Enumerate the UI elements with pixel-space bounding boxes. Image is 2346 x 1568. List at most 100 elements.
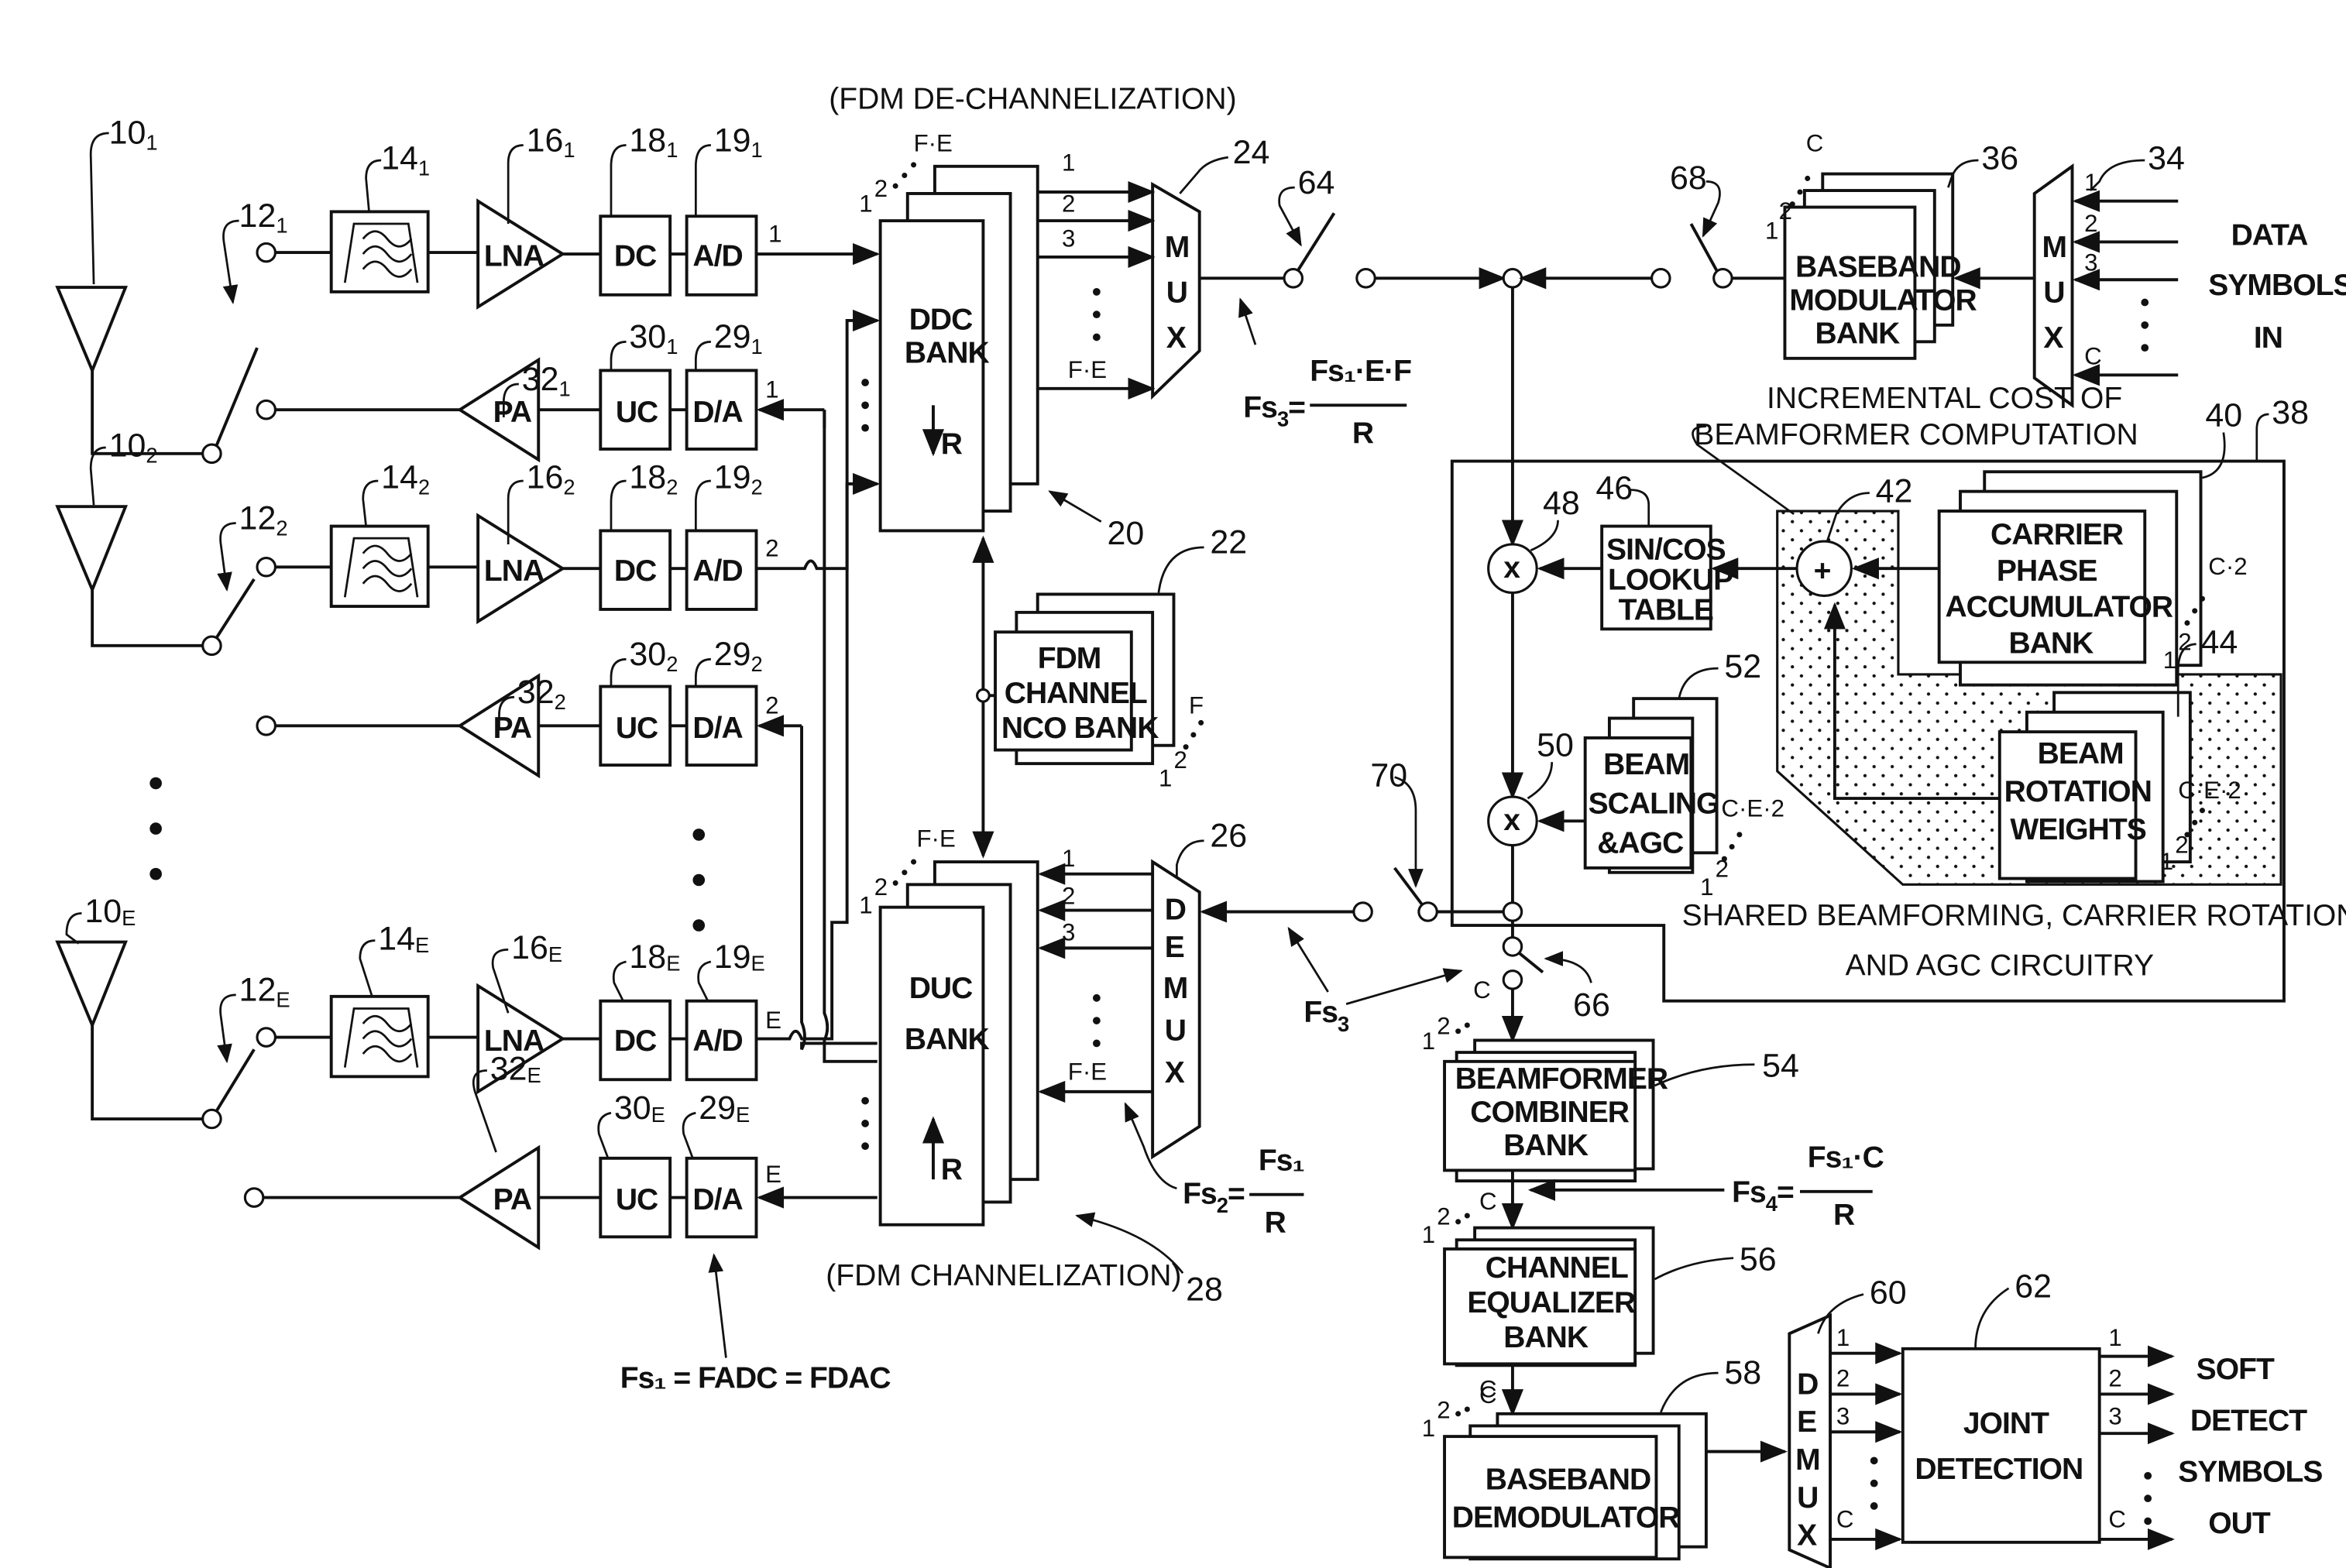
uc-label: UC: [616, 712, 658, 745]
diagram-label: EQUALIZER: [1467, 1286, 1636, 1319]
signal-wire: [1296, 212, 1336, 272]
diagram-label: TABLE: [1619, 594, 1713, 627]
diagram-label: D: [1797, 1367, 1818, 1401]
signal-wire: [91, 589, 206, 647]
signal-wire: [1345, 968, 1463, 1005]
lna-ref: 161: [527, 122, 575, 162]
diagram-label: C·2: [2208, 553, 2247, 580]
node-dot: [1092, 993, 1101, 1002]
uc-label: UC: [616, 1183, 658, 1216]
node-dot: [1455, 1219, 1462, 1225]
leader-line: [359, 939, 376, 997]
node-dot: [1092, 333, 1101, 341]
diagram-label: COMBINER: [1470, 1096, 1630, 1129]
switch-contact: [201, 1108, 222, 1130]
diagram-label-part: E: [651, 1103, 665, 1127]
bus-node: [1502, 268, 1523, 289]
tx-port: [243, 1187, 265, 1208]
diagram-label: DEMODULATOR: [1452, 1501, 1680, 1534]
dc-label: DC: [614, 554, 657, 588]
da-port-label: 1: [765, 376, 778, 403]
leader-line: [694, 658, 711, 687]
ellipsis-dot: [149, 867, 162, 880]
node-dot: [1464, 1213, 1470, 1219]
leader-line: [1544, 951, 1592, 983]
diagram-label: 1: [1422, 1415, 1435, 1442]
diagram-label: 56: [1740, 1240, 1777, 1278]
uc-ref: 302: [629, 636, 678, 676]
diagram-label: 58: [1724, 1354, 1761, 1391]
filter-ref: 141: [381, 140, 430, 180]
fdm-channel-nco-bank: FDM CHANNEL NCO BANK F 1 2 22: [994, 524, 1247, 791]
diagram-label: IN: [2254, 321, 2282, 355]
diagram-label: 44: [2201, 624, 2238, 661]
leader-line: [1157, 546, 1204, 593]
leader-line: [610, 479, 627, 531]
soft-detect-symbols-out-label: SOFT DETECT SYMBOLS OUT: [2178, 1353, 2323, 1540]
uc-label: UC: [616, 396, 658, 429]
switch-66-contact: [1502, 969, 1523, 990]
duc-rate-label: R: [941, 1153, 963, 1186]
diagram-label: 1: [1836, 1324, 1850, 1351]
diagram-label: CHANNEL: [1486, 1251, 1628, 1285]
diagram-label: 48: [1543, 485, 1580, 522]
diagram-label: 2: [1836, 1365, 1850, 1392]
diagram-label: SCALING: [1589, 787, 1719, 821]
block-outline: [1901, 1347, 2101, 1544]
diagram-label: INCREMENTAL COST OF: [1767, 382, 2122, 415]
fs3-formula: Fs3= Fs₁·E·F R: [1243, 355, 1412, 450]
node-dot: [1805, 175, 1811, 181]
mux-34: M U X 34 1 2 3 C: [2032, 140, 2185, 409]
node-dot: [892, 880, 898, 886]
diagram-label: R: [1833, 1199, 1855, 1232]
ddc-rate-label: R: [941, 427, 963, 461]
da-label: D/A: [692, 1183, 743, 1216]
diagram-label: F: [1189, 692, 1204, 719]
diagram-label: 3: [1836, 1402, 1850, 1429]
mux-24: M U X 24 1 2 3 F·E: [1037, 134, 1269, 400]
da-port-label: 2: [765, 692, 778, 719]
lna-label: LNA: [484, 240, 544, 273]
diagram-label: 2: [2178, 629, 2191, 656]
ellipsis-dot: [149, 822, 162, 835]
diagram-label-part: E: [527, 1063, 541, 1087]
leader-line: [694, 340, 711, 371]
diagram-label-part: 3: [1277, 407, 1289, 431]
diagram-label: R: [1352, 417, 1374, 450]
diagram-label: PHASE: [1997, 554, 2097, 588]
node-dot: [2144, 1494, 2152, 1503]
pa-label: PA: [493, 396, 532, 429]
diagram-label: 1: [1422, 1221, 1435, 1248]
duc-label-bank: BANK: [905, 1023, 990, 1056]
node-dot: [861, 401, 869, 410]
node-dot: [2184, 620, 2190, 626]
diagram-label: 42: [1876, 472, 1913, 510]
diagram-label-part: E: [751, 952, 765, 976]
ad-ref: 19E: [714, 938, 765, 976]
diagram-label-part: 14: [378, 920, 415, 957]
da-port-label: E: [765, 1161, 781, 1188]
diagram-label: 1: [1765, 218, 1778, 245]
diagram-label-part: 10: [109, 115, 146, 152]
diagram-label: 22: [1210, 524, 1247, 561]
ad-ref: 192: [714, 459, 763, 499]
diagram-label: NCO BANK: [1001, 712, 1159, 745]
diagram-label: BASEBAND: [1486, 1463, 1650, 1496]
diagram-label: SYMBOLS: [2208, 269, 2346, 302]
node-dot: [892, 183, 898, 189]
node-dot: [861, 1120, 869, 1127]
leader-line: [610, 144, 627, 217]
diagram-label-part: 32: [522, 361, 559, 398]
diagram-label: BEAMFORMER: [1455, 1062, 1668, 1096]
diagram-label: Fs₁: [1259, 1144, 1304, 1177]
leader-line: [1974, 1287, 2010, 1349]
diagram-label-part: =: [1228, 1177, 1245, 1210]
diagram-label: x: [1503, 551, 1520, 585]
leader-line: [756, 309, 881, 571]
diagram-label-part: 2: [1217, 1193, 1228, 1217]
diagram-label: C: [2084, 343, 2102, 370]
diagram-label: BANK: [2008, 627, 2094, 660]
antenna-ref: 10E: [84, 893, 136, 930]
node-dot: [1729, 844, 1735, 850]
uc-ref: 30E: [614, 1089, 665, 1127]
